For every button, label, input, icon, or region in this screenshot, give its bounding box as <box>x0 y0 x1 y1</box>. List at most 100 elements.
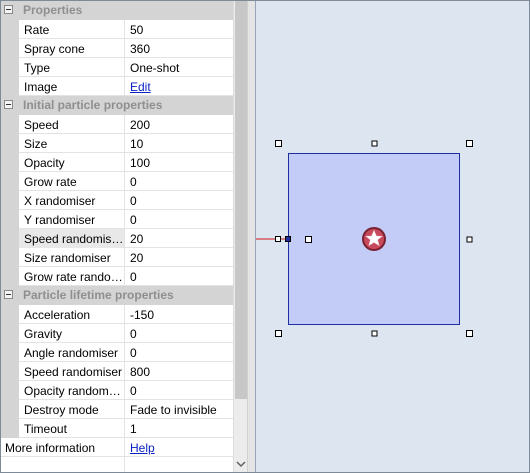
property-value-opacity-randomiser[interactable]: 0 <box>124 381 233 400</box>
row-gutter <box>1 134 19 153</box>
row-gutter <box>1 305 19 324</box>
resize-handle-bottom-right[interactable] <box>466 330 473 337</box>
property-value-speed-randomiser[interactable]: 20 <box>124 229 233 248</box>
property-name: Type <box>24 61 51 75</box>
property-row-destroy-mode[interactable]: Destroy mode Fade to invisible <box>1 400 233 419</box>
property-name: Grow rate rando… <box>24 270 123 284</box>
property-name: Opacity random… <box>24 384 121 398</box>
property-value-size[interactable]: 10 <box>124 134 233 153</box>
row-gutter <box>1 191 19 210</box>
property-value-timeout[interactable]: 1 <box>124 419 233 438</box>
property-value-spray-cone[interactable]: 360 <box>124 39 233 58</box>
property-name: Timeout <box>24 422 67 436</box>
property-value-more-information: Help <box>124 438 233 457</box>
property-value-type[interactable]: One-shot <box>124 58 233 77</box>
property-value-size-randomiser[interactable]: 20 <box>124 248 233 267</box>
property-row-x-randomiser[interactable]: X randomiser 0 <box>1 191 233 210</box>
row-gutter <box>1 172 19 191</box>
property-name: Speed randomiser <box>24 365 123 379</box>
row-gutter <box>1 39 19 58</box>
property-row-image[interactable]: Image Edit <box>1 77 233 96</box>
property-name: Spray cone <box>24 42 85 56</box>
property-row-gravity[interactable]: Gravity 0 <box>1 324 233 343</box>
resize-handle-bottom-left[interactable] <box>275 330 282 337</box>
property-row-more-information[interactable]: More information Help <box>1 438 233 457</box>
property-row-grow-rate-randomiser[interactable]: Grow rate rando… 0 <box>1 267 233 286</box>
origin-handle[interactable] <box>285 236 291 242</box>
property-row-y-randomiser[interactable]: Y randomiser 0 <box>1 210 233 229</box>
property-grid: Properties Rate 50 Spray cone 360 Type O… <box>1 1 233 472</box>
category-particle-lifetime[interactable]: Particle lifetime properties <box>1 286 233 305</box>
property-row-acceleration[interactable]: Acceleration -150 <box>1 305 233 324</box>
resize-handle-top-left[interactable] <box>275 140 282 147</box>
collapse-toggle-icon[interactable] <box>4 5 13 14</box>
panel-splitter[interactable] <box>247 1 256 472</box>
collapse-toggle-icon[interactable] <box>4 100 13 109</box>
resize-handle-top[interactable] <box>371 140 378 147</box>
row-gutter <box>1 267 19 286</box>
property-row-size-randomiser[interactable]: Size randomiser 20 <box>1 248 233 267</box>
resize-handle-bottom[interactable] <box>371 330 378 337</box>
property-row-rate[interactable]: Rate 50 <box>1 20 233 39</box>
collapse-toggle-icon[interactable] <box>4 290 13 299</box>
property-row-angle-randomiser[interactable]: Angle randomiser 0 <box>1 343 233 362</box>
resize-handle-right[interactable] <box>466 236 473 243</box>
property-name: Angle randomiser <box>24 346 119 360</box>
property-value-angle-randomiser[interactable]: 0 <box>124 343 233 362</box>
angle-handle[interactable] <box>305 236 312 243</box>
edit-image-link[interactable]: Edit <box>130 80 151 94</box>
property-value-y-randomiser[interactable]: 0 <box>124 210 233 229</box>
category-properties[interactable]: Properties <box>1 1 233 20</box>
row-gutter <box>1 20 19 39</box>
property-name: Gravity <box>24 327 63 341</box>
property-value-opacity[interactable]: 100 <box>124 153 233 172</box>
property-value-acceleration[interactable]: -150 <box>124 305 233 324</box>
property-value-rate[interactable]: 50 <box>124 20 233 39</box>
row-gutter <box>1 58 19 77</box>
property-row-speed[interactable]: Speed 200 <box>1 115 233 134</box>
property-value-gravity[interactable]: 0 <box>124 324 233 343</box>
property-value-destroy-mode[interactable]: Fade to invisible <box>124 400 233 419</box>
category-label: Properties <box>23 3 83 17</box>
property-name: Opacity <box>24 156 65 170</box>
row-gutter <box>1 362 19 381</box>
property-name: X randomiser <box>24 194 96 208</box>
layout-canvas[interactable] <box>256 1 529 472</box>
help-link[interactable]: Help <box>130 441 155 455</box>
resize-handle-left[interactable] <box>275 236 281 242</box>
app-window: Properties Rate 50 Spray cone 360 Type O… <box>0 0 530 473</box>
row-gutter <box>1 381 19 400</box>
property-value-grow-rate-randomiser[interactable]: 0 <box>124 267 233 286</box>
scroll-down-button[interactable] <box>234 456 248 472</box>
resize-handle-top-right[interactable] <box>466 140 473 147</box>
property-name: Image <box>24 80 58 94</box>
property-row-opacity[interactable]: Opacity 100 <box>1 153 233 172</box>
property-name: More information <box>5 441 96 455</box>
chevron-down-icon <box>236 461 246 468</box>
property-row-speed-randomiser-lifetime[interactable]: Speed randomiser 800 <box>1 362 233 381</box>
property-row-opacity-randomiser[interactable]: Opacity random… 0 <box>1 381 233 400</box>
row-gutter <box>1 210 19 229</box>
property-value-x-randomiser[interactable]: 0 <box>124 191 233 210</box>
property-name: Size <box>24 137 48 151</box>
property-value-speed-randomiser-lifetime[interactable]: 800 <box>124 362 233 381</box>
property-row-grow-rate[interactable]: Grow rate 0 <box>1 172 233 191</box>
category-initial-particle[interactable]: Initial particle properties <box>1 96 233 115</box>
property-name: Speed <box>24 118 59 132</box>
empty-row <box>1 457 233 472</box>
property-name: Speed randomis… <box>19 229 124 248</box>
row-gutter <box>1 153 19 172</box>
property-value-speed[interactable]: 200 <box>124 115 233 134</box>
vertical-scrollbar[interactable] <box>233 1 248 472</box>
property-row-timeout[interactable]: Timeout 1 <box>1 419 233 438</box>
row-gutter <box>1 77 19 96</box>
scrollbar-thumb[interactable] <box>235 1 247 399</box>
property-row-speed-randomiser[interactable]: Speed randomis… 20 <box>1 229 233 248</box>
property-row-type[interactable]: Type One-shot <box>1 58 233 77</box>
empty-value-cell <box>124 457 233 472</box>
property-name: Rate <box>24 23 50 37</box>
property-row-size[interactable]: Size 10 <box>1 134 233 153</box>
row-gutter <box>1 343 19 362</box>
property-value-grow-rate[interactable]: 0 <box>124 172 233 191</box>
property-row-spray-cone[interactable]: Spray cone 360 <box>1 39 233 58</box>
